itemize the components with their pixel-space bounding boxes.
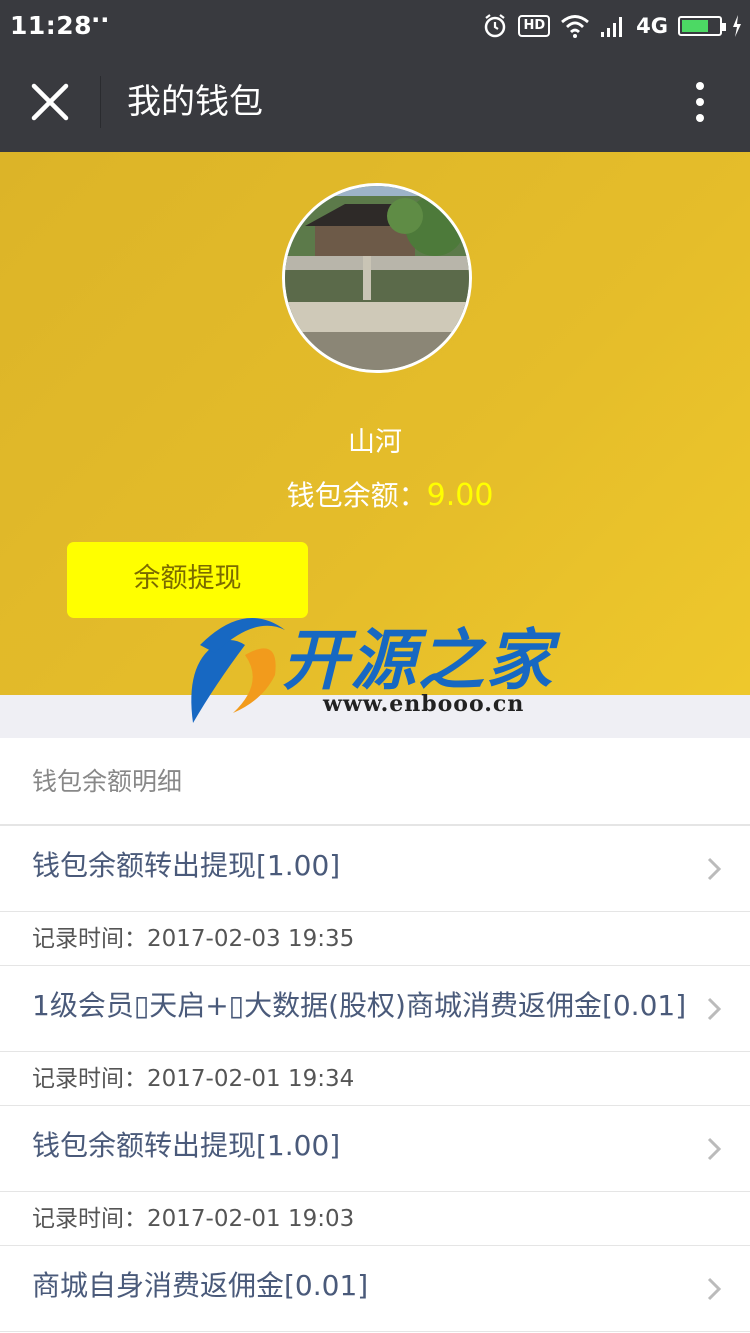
- list-item-row[interactable]: 1级会员▯天启+▯大数据(股权)商城消费返佣金[0.01]: [0, 966, 750, 1052]
- balance-line: 钱包余额：9.00: [0, 474, 750, 514]
- list-item-title: 钱包余额转出提现[1.00]: [32, 849, 341, 882]
- status-dots: ···: [82, 6, 110, 34]
- chevron-right-icon: [707, 1277, 722, 1301]
- wifi-icon: [561, 15, 590, 38]
- watermark-logo: 开源之家 www.enbooo.cn: [175, 605, 595, 730]
- more-vertical-icon[interactable]: [688, 80, 712, 124]
- list-item: 商城自身消费返佣金[0.01]: [0, 1246, 750, 1332]
- username: 山河: [348, 427, 402, 458]
- close-icon[interactable]: [28, 80, 72, 124]
- list-item-title: 1级会员▯天启+▯大数据(股权)商城消费返佣金[0.01]: [32, 989, 687, 1022]
- battery-icon: [678, 16, 726, 36]
- status-icons: HD 4G: [482, 10, 742, 42]
- list-item: 钱包余额转出提现[1.00] 记录时间：2017-02-03 19:35: [0, 826, 750, 966]
- logo-swoosh-icon: [191, 618, 285, 723]
- list-item-row[interactable]: 商城自身消费返佣金[0.01]: [0, 1246, 750, 1332]
- network-type: 4G: [636, 14, 668, 38]
- balance-detail-list: 钱包余额明细 钱包余额转出提现[1.00] 记录时间：2017-02-03 19…: [0, 738, 750, 1333]
- list-item: 钱包余额转出提现[1.00] 记录时间：2017-02-01 19:03: [0, 1106, 750, 1246]
- list-header: 钱包余额明细: [0, 738, 750, 826]
- signal-icon: [601, 17, 623, 37]
- list-item-title: 商城自身消费返佣金[0.01]: [32, 1269, 369, 1302]
- list-item-row[interactable]: 钱包余额转出提现[1.00]: [0, 1106, 750, 1192]
- status-bar: 11:28 ··· HD 4G: [0, 0, 750, 52]
- list-item-time: 记录时间：2017-02-01 19:34: [0, 1052, 750, 1106]
- page-title: 我的钱包: [127, 82, 263, 122]
- hd-badge: HD: [518, 15, 551, 37]
- watermark-url: www.enbooo.cn: [323, 691, 525, 717]
- chevron-right-icon: [707, 997, 722, 1021]
- nav-divider: [100, 76, 101, 128]
- chevron-right-icon: [707, 857, 722, 881]
- list-item-title: 钱包余额转出提现[1.00]: [32, 1129, 341, 1162]
- watermark-text: 开源之家: [282, 622, 554, 699]
- balance-value: 9.00: [426, 478, 494, 513]
- list-item-row[interactable]: 钱包余额转出提现[1.00]: [0, 826, 750, 912]
- list-item-time: 记录时间：2017-02-01 19:03: [0, 1192, 750, 1246]
- chevron-right-icon: [707, 1137, 722, 1161]
- list-item: 1级会员▯天启+▯大数据(股权)商城消费返佣金[0.01] 记录时间：2017-…: [0, 966, 750, 1106]
- avatar[interactable]: [282, 183, 472, 373]
- charging-icon: [733, 15, 741, 37]
- balance-label: 钱包余额：: [286, 479, 427, 512]
- status-time: 11:28: [10, 11, 93, 40]
- alarm-icon: [485, 14, 506, 38]
- nav-bar: 我的钱包: [0, 52, 750, 152]
- list-item-time: 记录时间：2017-02-03 19:35: [0, 912, 750, 966]
